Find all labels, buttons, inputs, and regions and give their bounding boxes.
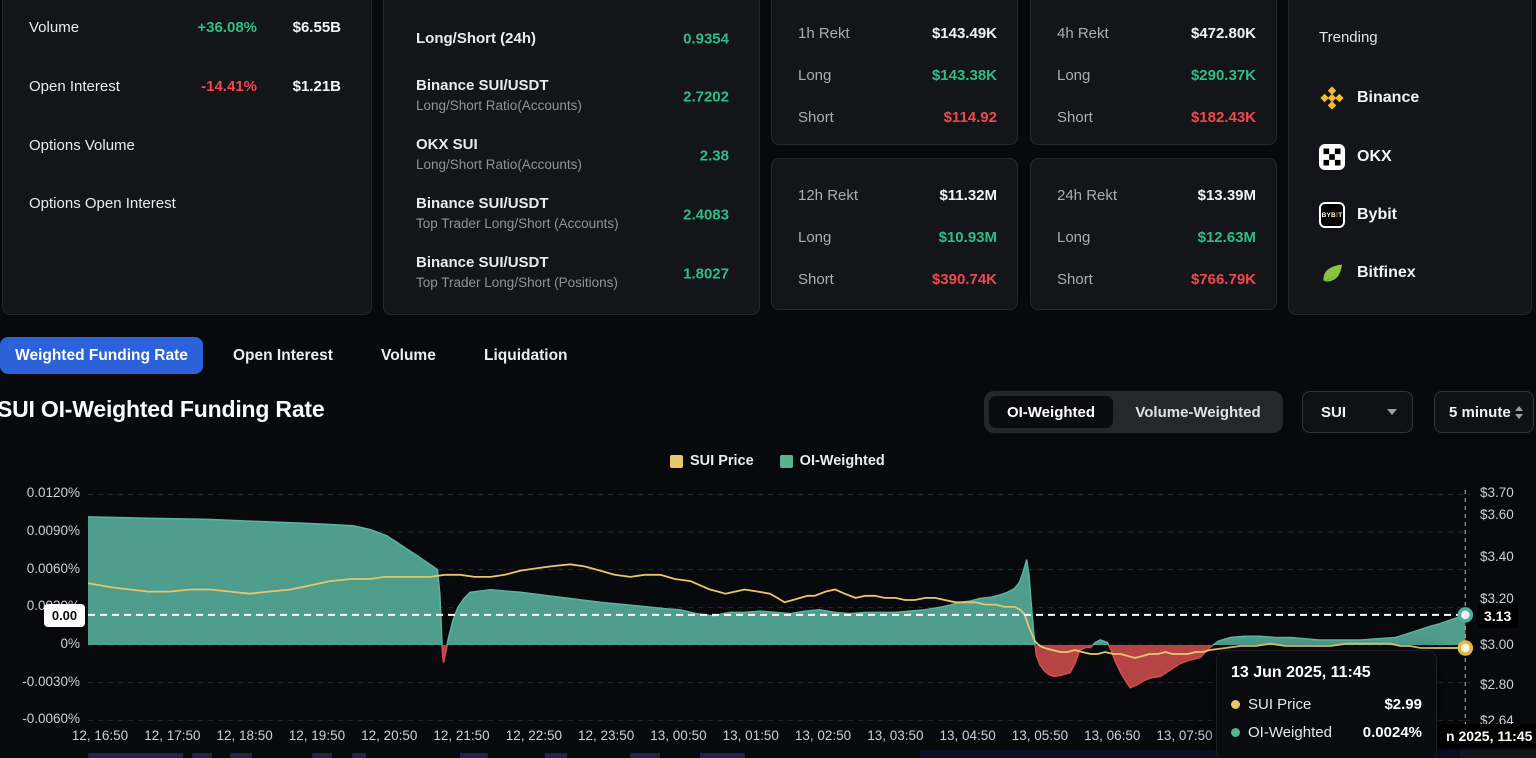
bottom-cutoff-fragment [700,753,745,758]
bottom-cutoff-fragment [230,753,252,758]
bottom-cutoff-fragment [630,753,660,758]
bottom-cutoff-fragment [192,753,212,758]
tooltip-label: SUI Price [1248,696,1311,713]
bottom-cutoff-bar-right [1460,750,1536,758]
chart-tooltip: 13 Jun 2025, 11:45 SUI Price $2.99 OI-We… [1216,650,1437,758]
tooltip-value: $2.99 [1384,696,1422,713]
tooltip-time: 13 Jun 2025, 11:45 [1231,664,1422,682]
teal-dot-icon [1231,728,1240,737]
funding-rate-chart[interactable]: 0.0120%0.0090%0.0060%0.0030%0%-0.0030%-0… [0,0,1536,758]
tooltip-row-price: SUI Price $2.99 [1231,696,1422,713]
crosshair-right-badge: 3.13 [1477,604,1518,628]
crosshair-left-badge: 0.00 [44,604,85,627]
tooltip-label: OI-Weighted [1248,724,1332,741]
bottom-cutoff-fragment [312,753,332,758]
tooltip-row-oi: OI-Weighted 0.0024% [1231,724,1422,741]
bottom-cutoff-fragment [545,753,567,758]
coinglass-dashboard: { "stats_panel": { "rows": [ { "label": … [0,0,1536,758]
bottom-cutoff-fragment [460,753,488,758]
tooltip-value: 0.0024% [1363,724,1422,741]
yellow-dot-icon [1231,700,1240,709]
bottom-cutoff-fragment [352,753,366,758]
bottom-cutoff-fragment [88,753,183,758]
crosshair-time-badge: n 2025, 11:45 [1438,724,1536,748]
